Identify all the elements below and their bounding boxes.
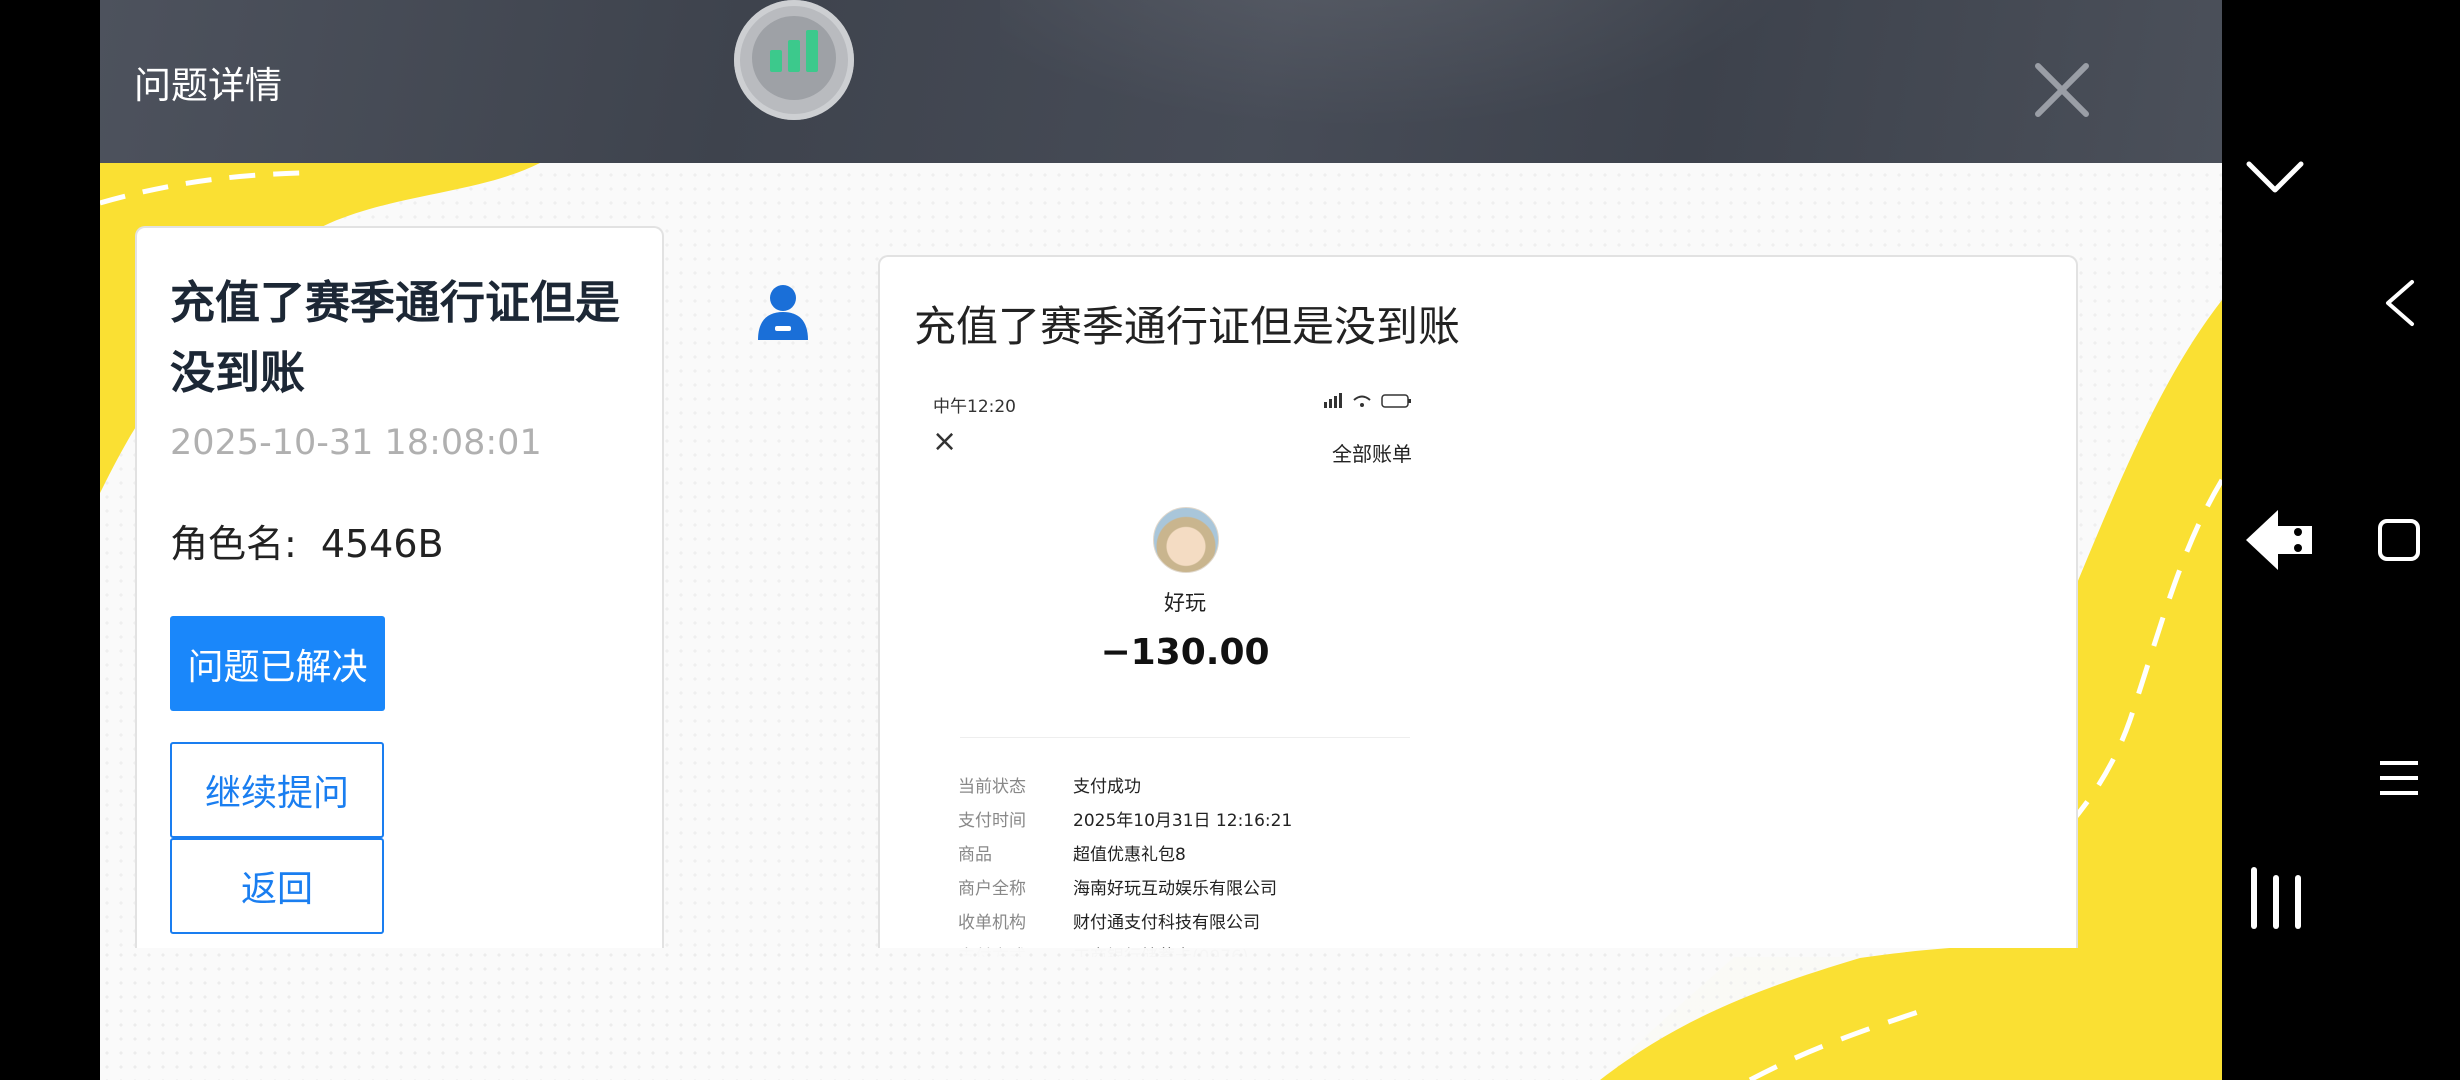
chevron-left-icon[interactable] [2382, 278, 2418, 328]
question-datetime: 2025-10-31 18:08:01 [170, 423, 542, 463]
screenshot-close-icon: × [932, 424, 958, 459]
payment-amount: −130.00 [1100, 632, 1270, 673]
merchant-avatar [1153, 507, 1219, 573]
question-summary-card: 充值了赛季通行证但是没到账 2025-10-31 18:08:01 角色名: 45… [135, 226, 664, 948]
title-bar: 问题详情 [100, 0, 2222, 163]
divider [960, 737, 1410, 738]
message-card: 充值了赛季通行证但是没到账 中午12:20 × 全部账单 好玩 −130.00 … [878, 255, 2078, 957]
user-icon [758, 285, 808, 340]
chevron-down-icon[interactable] [2245, 158, 2305, 198]
system-nav-bar [2222, 0, 2460, 1080]
role-name: 角色名: 4546B [170, 513, 444, 568]
role-value: 4546B [320, 522, 444, 566]
continue-ask-button[interactable]: 继续提问 [170, 742, 384, 838]
screenshot-status-time: 中午12:20 [933, 397, 1016, 417]
attached-screenshot[interactable]: 中午12:20 × 全部账单 好玩 −130.00 当前状态 支付成功 支付时间 2… [900, 382, 1450, 957]
app-window: 问题详情 充值了赛季通行证但是没到账 2025-10-31 18:08:01 角… [100, 0, 2222, 1080]
solved-button[interactable]: 问题已解决 [170, 616, 385, 711]
bottom-overlay [100, 948, 2222, 1080]
arrow-left-icon[interactable] [2244, 508, 2314, 572]
screenshot-status-icons [1324, 392, 1414, 414]
question-title: 充值了赛季通行证但是没到账 [170, 276, 621, 399]
close-icon[interactable] [2032, 60, 2092, 120]
screenshot-header: 全部账单 [1332, 442, 1412, 466]
square-icon[interactable] [2377, 518, 2421, 562]
message-title: 充值了赛季通行证但是没到账 [914, 302, 1461, 351]
page-title: 问题详情 [134, 64, 282, 107]
menu-icon[interactable] [2378, 758, 2420, 798]
signal-bars-icon [752, 16, 836, 100]
back-button[interactable]: 返回 [170, 838, 384, 934]
floating-assistant-button[interactable] [734, 0, 854, 120]
merchant-name: 好玩 [1164, 591, 1206, 615]
role-label: 角色名: [170, 522, 297, 566]
decor-yellow-bottom [1600, 948, 2222, 1080]
recents-icon[interactable] [2248, 866, 2304, 930]
